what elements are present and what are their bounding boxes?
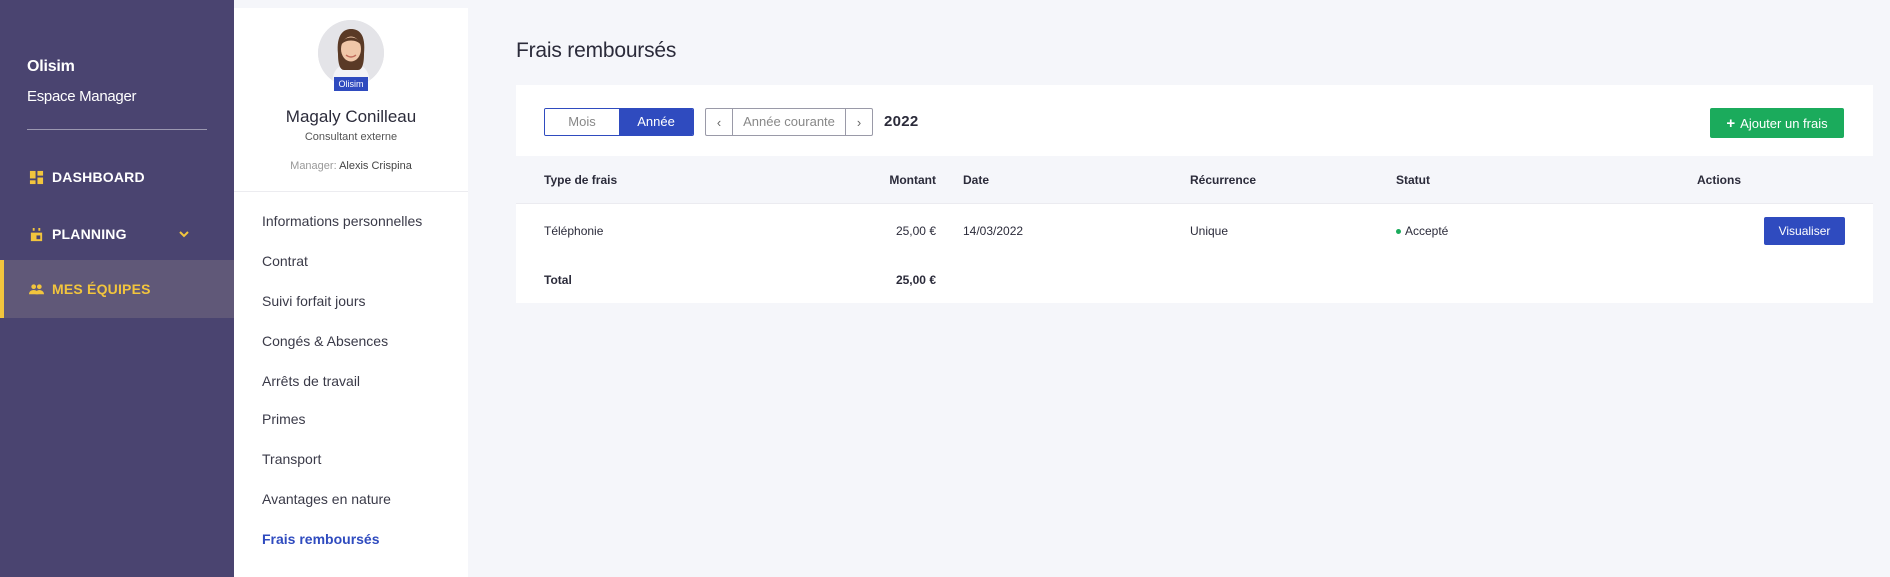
menu-item-benefits[interactable]: Avantages en nature xyxy=(262,491,391,507)
toggle-year[interactable]: Année xyxy=(619,109,693,135)
employee-name: Magaly Conilleau xyxy=(285,107,417,126)
menu-item-personal-info[interactable]: Informations personnelles xyxy=(262,213,422,229)
menu-item-transport[interactable]: Transport xyxy=(262,451,321,467)
menu-item-day-package[interactable]: Suivi forfait jours xyxy=(262,293,365,309)
team-icon xyxy=(28,281,44,297)
nav-item-dashboard[interactable]: DASHBOARD xyxy=(0,148,234,206)
manager-label: Manager: xyxy=(290,160,337,172)
cell-amount: 25,00 € xyxy=(895,224,936,238)
nav-item-planning[interactable]: PLANNING xyxy=(0,205,234,263)
status-text: Accepté xyxy=(1405,224,1449,238)
previous-period-button[interactable]: ‹ xyxy=(706,109,733,135)
expenses-card: Mois Année ‹ Année courante › 2022 + Ajo… xyxy=(516,85,1873,303)
main-sidebar: Olisim Espace Manager DASHBOARD PLANNING… xyxy=(0,0,234,577)
next-period-button[interactable]: › xyxy=(845,109,872,135)
employee-panel: Olisim Magaly Conilleau Consultant exter… xyxy=(234,8,468,577)
selected-year: 2022 xyxy=(884,113,919,130)
employee-role: Consultant externe xyxy=(304,131,398,143)
add-expense-button[interactable]: + Ajouter un frais xyxy=(1710,108,1844,138)
period-toggle: Mois Année xyxy=(544,108,694,136)
chevron-down-icon[interactable] xyxy=(178,227,190,239)
brand-subtitle: Espace Manager xyxy=(27,88,137,105)
col-date: Date xyxy=(963,173,990,187)
page-title: Frais remboursés xyxy=(516,39,677,62)
current-year-button[interactable]: Année courante xyxy=(733,109,845,135)
chevron-right-icon: › xyxy=(856,114,862,130)
menu-item-leaves[interactable]: Congés & Absences xyxy=(262,333,388,349)
add-expense-label: Ajouter un frais xyxy=(1740,115,1828,131)
col-actions: Actions xyxy=(1697,173,1742,187)
status-badge: Accepté xyxy=(1396,224,1448,238)
brand: Olisim Espace Manager xyxy=(27,58,137,105)
status-dot-icon xyxy=(1396,229,1401,235)
calendar-icon xyxy=(28,226,44,242)
panel-divider xyxy=(234,191,468,192)
brand-name: Olisim xyxy=(27,58,75,75)
col-status: Statut xyxy=(1396,173,1430,187)
view-expense-button[interactable]: Visualiser xyxy=(1764,217,1845,245)
dashboard-icon xyxy=(28,169,44,185)
menu-item-sick-leave[interactable]: Arrêts de travail xyxy=(262,373,360,389)
menu-item-contract[interactable]: Contrat xyxy=(262,253,308,269)
nav-item-label: PLANNING xyxy=(52,226,127,242)
plus-icon: + xyxy=(1726,114,1736,132)
sidebar-divider xyxy=(27,129,207,130)
menu-item-reimbursed-expenses[interactable]: Frais remboursés xyxy=(262,531,380,547)
total-amount: 25,00 € xyxy=(895,273,936,287)
nav-item-label: DASHBOARD xyxy=(52,169,145,185)
manager-name: Alexis Crispina xyxy=(339,160,412,172)
table-header: Type de frais Montant Date Récurrence St… xyxy=(516,156,1873,204)
menu-item-bonuses[interactable]: Primes xyxy=(262,411,306,427)
toggle-month[interactable]: Mois xyxy=(545,109,619,135)
period-pager: ‹ Année courante › xyxy=(705,108,873,136)
nav-item-teams[interactable]: MES ÉQUIPES xyxy=(0,260,234,318)
company-badge: Olisim xyxy=(334,77,368,91)
cell-type: Téléphonie xyxy=(544,224,604,238)
cell-date: 14/03/2022 xyxy=(963,224,1024,238)
employee-manager: Manager: Alexis Crispina xyxy=(234,160,468,172)
col-type: Type de frais xyxy=(544,173,618,187)
nav-item-label: MES ÉQUIPES xyxy=(52,281,151,297)
cell-recurrence: Unique xyxy=(1190,224,1229,238)
total-label: Total xyxy=(544,273,572,287)
col-amount: Montant xyxy=(889,173,936,187)
chevron-left-icon: ‹ xyxy=(716,114,722,130)
col-recurrence: Récurrence xyxy=(1190,173,1257,187)
